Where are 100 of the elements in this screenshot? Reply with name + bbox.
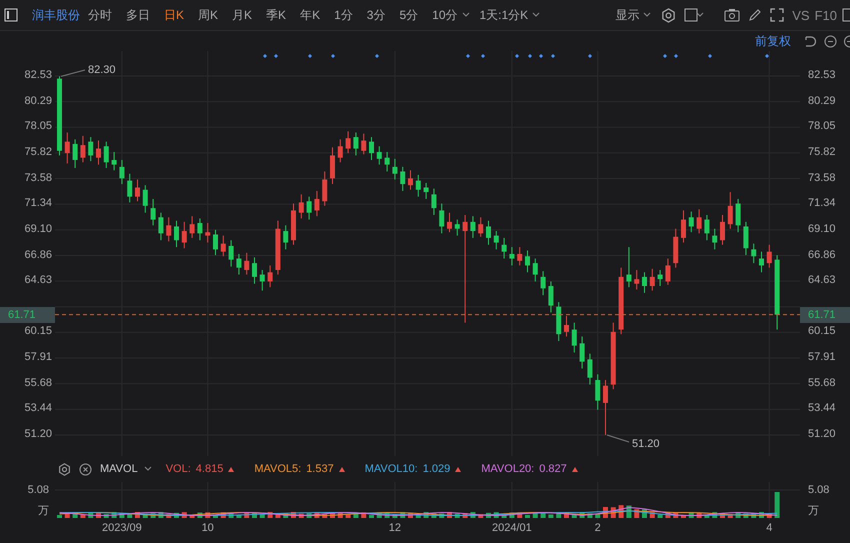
zoom-out-icon[interactable] [824,34,837,48]
candlestick [338,138,343,163]
settings-icon[interactable] [661,8,676,22]
candlestick [525,250,530,273]
candlestick [658,269,663,287]
undo-icon[interactable] [803,34,816,48]
candlestick [64,132,70,164]
stock-name[interactable]: 润丰股份 [32,6,80,24]
indicator-select[interactable]: MAVOL [100,463,138,475]
zoom-in-icon[interactable] [843,34,850,48]
candlestick [252,256,257,284]
indicator-value: 0.827 [539,463,567,475]
square-icon[interactable] [684,8,698,22]
price-tick: 66.86 [24,248,52,261]
fullscreen-icon[interactable] [770,8,784,22]
candlestick [236,253,242,276]
period-tab[interactable]: 多日 [126,6,150,24]
caret-icon[interactable] [532,12,540,18]
candlestick [540,270,546,296]
display-menu[interactable]: 显示 [615,6,640,24]
period-tab[interactable]: 分时 [88,6,112,24]
period-tab[interactable]: 月K [232,6,252,24]
close-icon[interactable] [79,462,92,476]
indicator-label: MAVOL20: [481,463,534,475]
adjust-mode-link[interactable]: 前复权 [755,32,791,50]
candlestick [135,178,140,202]
up-triangle-icon [455,466,462,472]
up-triangle-icon [338,466,345,472]
volume-max-label: 5.08 [808,484,830,496]
price-tick: 66.86 [808,248,836,261]
candlestick [244,252,250,276]
price-tick: 55.68 [808,376,836,389]
candlestick [119,159,124,185]
price-tick: 75.82 [24,146,52,158]
volume-unit-label: 万 [38,504,49,518]
candlestick [361,133,366,155]
candlestick [759,251,764,273]
text-button[interactable]: F10 [814,8,837,22]
settings-icon[interactable] [58,462,71,476]
camera-icon[interactable] [724,8,740,22]
pencil-icon[interactable] [748,8,762,22]
caret-icon[interactable] [696,12,704,18]
period-tab[interactable]: 周K [198,6,218,24]
candlestick [205,222,210,243]
candlestick [548,280,554,313]
text-button[interactable]: VS [792,8,810,22]
candlestick [306,196,312,220]
candlestick [416,174,421,198]
candlestick [330,146,335,185]
price-tick: 60.15 [24,325,52,338]
indicator-value: 4.815 [196,463,224,475]
candlestick [642,272,647,294]
candlestick [174,220,179,248]
range-select[interactable]: 1天:1分K [480,6,528,24]
period-tab[interactable]: 5分 [399,6,418,24]
caret-icon[interactable] [462,12,470,18]
candlestick [268,264,273,288]
price-tick: 71.34 [808,197,836,210]
candlestick [462,214,468,324]
period-tab[interactable]: 季K [266,6,286,24]
price-tick: 69.10 [808,222,836,235]
candlestick [509,246,514,266]
candlestick [392,158,398,180]
period-tab[interactable]: 10分 [432,6,458,24]
candlestick [494,230,499,250]
candlestick [454,219,460,236]
candlestick [696,208,702,234]
leader-line [606,434,630,442]
price-tick: 69.10 [24,222,52,235]
panel-icon[interactable] [4,8,18,22]
candlestick [283,224,288,250]
candlestick [681,210,686,243]
period-tab[interactable]: 年K [300,6,320,24]
price-tick: 64.63 [24,274,52,286]
candlestick [298,194,304,219]
period-tab[interactable]: 1分 [334,6,353,24]
up-triangle-icon [228,466,234,472]
caret-icon[interactable] [643,12,652,18]
period-tab[interactable]: 日K [164,6,184,24]
candlestick [580,336,585,370]
candlestick [158,212,164,241]
price-tick: 55.68 [24,376,52,389]
caret-icon[interactable] [144,466,152,472]
price-tick: 51.20 [24,428,52,440]
candlestick [564,315,569,337]
price-tick: 78.05 [808,120,836,132]
candlestick [517,246,522,266]
candlestick [728,192,733,230]
candlestick [572,322,577,353]
price-tick: 53.44 [24,402,52,414]
candlestick [720,214,725,246]
candlestick [751,243,756,264]
candlestick [743,221,748,256]
price-tick: 73.58 [808,172,836,184]
period-tab[interactable]: 3分 [366,6,386,24]
candlestick [587,353,592,386]
volume-unit-label: 万 [808,504,819,518]
price-tick: 80.29 [808,94,836,107]
candlestick [712,228,718,250]
candlestick [346,130,351,154]
